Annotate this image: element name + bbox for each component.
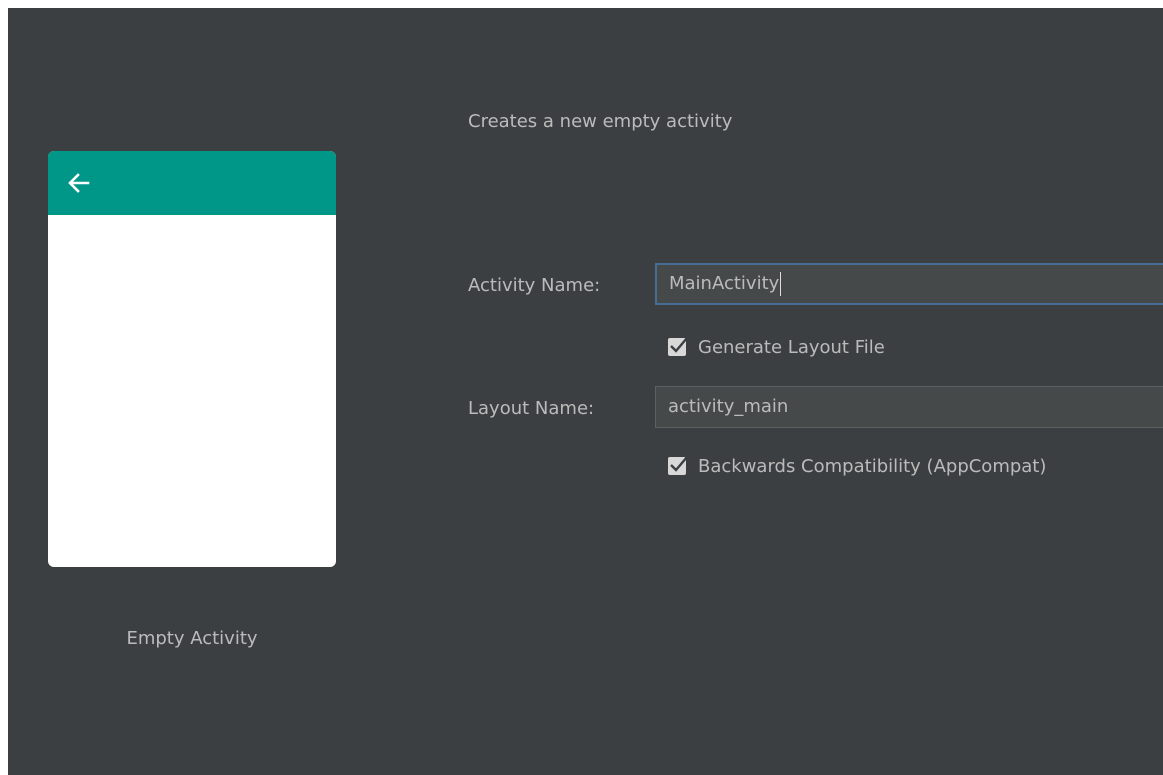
activity-name-value: MainActivity <box>669 273 780 294</box>
backwards-compat-checkbox[interactable]: Backwards Compatibility (AppCompat) <box>668 453 1046 479</box>
activity-name-input[interactable]: MainActivity <box>655 263 1163 305</box>
new-activity-wizard: Empty Activity Creates a new empty activ… <box>8 8 1163 775</box>
preview-app-bar <box>48 151 336 215</box>
layout-name-input[interactable]: activity_main <box>655 386 1163 428</box>
checkbox-checked-icon <box>668 337 688 356</box>
template-description: Creates a new empty activity <box>468 111 733 132</box>
template-preview <box>48 151 336 567</box>
text-caret <box>780 272 782 296</box>
activity-name-label: Activity Name: <box>468 275 601 296</box>
generate-layout-label: Generate Layout File <box>698 336 885 358</box>
template-name: Empty Activity <box>126 628 258 649</box>
layout-name-label: Layout Name: <box>468 398 595 419</box>
backwards-compat-label: Backwards Compatibility (AppCompat) <box>698 455 1047 477</box>
checkbox-checked-icon <box>668 456 688 475</box>
arrow-left-icon <box>68 173 90 193</box>
layout-name-value: activity_main <box>668 396 789 417</box>
generate-layout-checkbox[interactable]: Generate Layout File <box>668 334 885 360</box>
